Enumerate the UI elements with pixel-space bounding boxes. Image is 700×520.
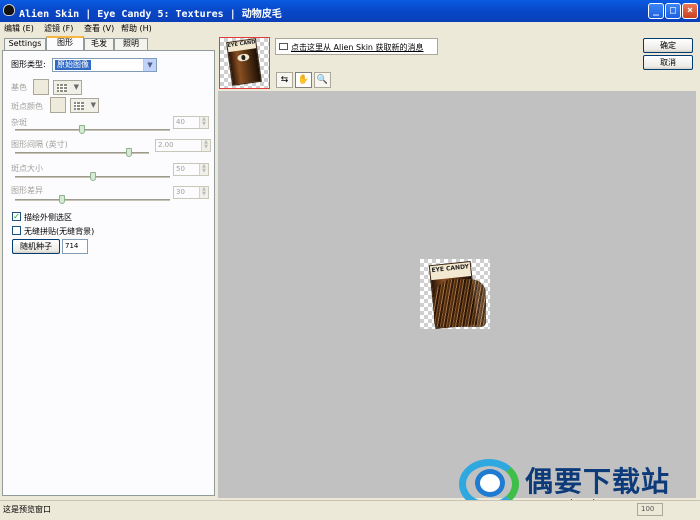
spacing-value: 2.00	[158, 141, 174, 149]
news-link[interactable]: 点击这里从 Alien Skin 获取新的消息	[291, 42, 424, 53]
compare-icon: ⇆	[280, 75, 289, 85]
variation-slider-thumb[interactable]	[58, 195, 65, 204]
eye-logo-icon	[237, 52, 250, 62]
zoom-icon: 🔍	[316, 75, 329, 85]
pattern-type-label: 图形类型:	[11, 60, 46, 69]
alien-skin-app-icon	[3, 4, 15, 16]
tab-lighting[interactable]: 照明	[114, 38, 148, 50]
spinner-icon[interactable]: ▲ ▼	[199, 164, 208, 175]
spot-color-swatch[interactable]	[50, 97, 66, 113]
spot-pattern-button[interactable]: ▼	[70, 98, 99, 113]
pattern-tab-content: 图形类型: 原始图像 ▼ 基色 ▼ 斑点颜色 ▼ 杂斑 40 ▲ ▼ 图形间隔 (…	[2, 50, 215, 496]
envelope-icon	[279, 43, 288, 50]
status-message: 这是预览窗口	[3, 505, 51, 514]
base-color-swatch[interactable]	[33, 79, 49, 95]
spacing-label: 图形间隔 (英寸)	[11, 140, 68, 149]
box-caption: EYE CANDY	[429, 262, 472, 280]
preview-window[interactable]: EYE CANDY	[218, 91, 696, 498]
pattern-type-select[interactable]: 原始图像 ▼	[52, 58, 157, 72]
outside-selection-label: 描绘外侧选区	[24, 213, 72, 222]
title-bar: Alien Skin | Eye Candy 5: Textures | 动物皮…	[0, 0, 700, 22]
checkmark-icon: ✓	[13, 212, 20, 221]
navigator-thumbnail[interactable]: EYE CANDY	[219, 37, 270, 89]
spinner-icon[interactable]: ▲ ▼	[199, 117, 208, 128]
chevron-down-icon: ▼	[143, 59, 156, 71]
noise-value: 40	[176, 118, 185, 126]
spacing-input[interactable]: 2.00 ▲ ▼	[155, 139, 211, 152]
chevron-down-icon: ▼	[73, 83, 79, 91]
menu-edit[interactable]: 编辑 (E)	[4, 23, 34, 34]
menu-bar: 编辑 (E) 滤镜 (F) 查看 (V) 帮助 (H)	[0, 22, 700, 35]
hand-tool-button[interactable]: ✋	[295, 72, 312, 88]
fur-texture	[434, 279, 486, 327]
chevron-down-icon: ▼	[90, 101, 96, 109]
base-pattern-button[interactable]: ▼	[53, 80, 82, 95]
ok-button[interactable]: 确定	[643, 38, 693, 53]
watermark-brand: 偶要下载站	[525, 465, 671, 498]
noise-slider[interactable]	[15, 129, 170, 131]
zoom-level-pane: 100	[637, 503, 663, 516]
spot-size-value: 50	[176, 165, 185, 173]
grid-icon	[57, 84, 67, 92]
box-caption: EYE CANDY	[227, 39, 257, 53]
outside-selection-checkbox[interactable]: ✓	[12, 212, 21, 221]
eye-candy-box-image: EYE CANDY	[226, 38, 262, 86]
base-color-label: 基色	[11, 83, 27, 92]
spinner-icon[interactable]: ▲ ▼	[201, 140, 210, 151]
tab-hair[interactable]: 毛发	[84, 38, 114, 50]
compare-button[interactable]: ⇆	[276, 72, 293, 88]
zoom-tool-button[interactable]: 🔍	[314, 72, 331, 88]
preview-image: EYE CANDY	[420, 259, 490, 330]
menu-view[interactable]: 查看 (V)	[84, 23, 114, 34]
tab-settings[interactable]: Settings	[4, 38, 46, 50]
variation-label: 图形差异	[11, 186, 43, 195]
menu-filter[interactable]: 滤镜 (F)	[44, 23, 73, 34]
settings-panel: Settings 图形 毛发 照明 图形类型: 原始图像 ▼ 基色 ▼ 斑点颜色…	[2, 36, 215, 496]
variation-slider[interactable]	[15, 199, 170, 201]
spot-size-slider-thumb[interactable]	[89, 172, 96, 181]
tab-pattern[interactable]: 图形	[46, 36, 84, 50]
hand-icon: ✋	[297, 75, 310, 85]
noise-slider-thumb[interactable]	[78, 125, 85, 134]
grid-icon	[74, 102, 84, 110]
minimize-button[interactable]: _	[648, 3, 664, 19]
pattern-type-value: 原始图像	[55, 60, 91, 70]
random-seed-input[interactable]: 714	[62, 239, 88, 254]
news-link-bar[interactable]: 点击这里从 Alien Skin 获取新的消息	[275, 38, 438, 55]
cancel-button[interactable]: 取消	[643, 55, 693, 70]
zoom-level: 100	[641, 505, 655, 513]
noise-input[interactable]: 40 ▲ ▼	[173, 116, 209, 129]
spinner-icon[interactable]: ▲ ▼	[199, 187, 208, 198]
window-title: Alien Skin | Eye Candy 5: Textures | 动物皮…	[19, 9, 282, 20]
seamless-tile-checkbox[interactable]	[12, 226, 21, 235]
spacing-slider-thumb[interactable]	[125, 148, 132, 157]
close-button[interactable]: ×	[682, 3, 698, 19]
variation-value: 30	[176, 188, 185, 196]
spot-size-input[interactable]: 50 ▲ ▼	[173, 163, 209, 176]
spot-size-label: 斑点大小	[11, 164, 43, 173]
status-bar: 这是预览窗口 100	[0, 500, 700, 520]
variation-input[interactable]: 30 ▲ ▼	[173, 186, 209, 199]
random-seed-button[interactable]: 随机种子	[12, 239, 60, 254]
menu-help[interactable]: 帮助 (H)	[121, 23, 152, 34]
maximize-button[interactable]: □	[665, 3, 681, 19]
noise-label: 杂斑	[11, 118, 27, 127]
spot-color-label: 斑点颜色	[11, 102, 43, 111]
seamless-tile-label: 无缝拼贴(无缝背景)	[24, 227, 95, 236]
